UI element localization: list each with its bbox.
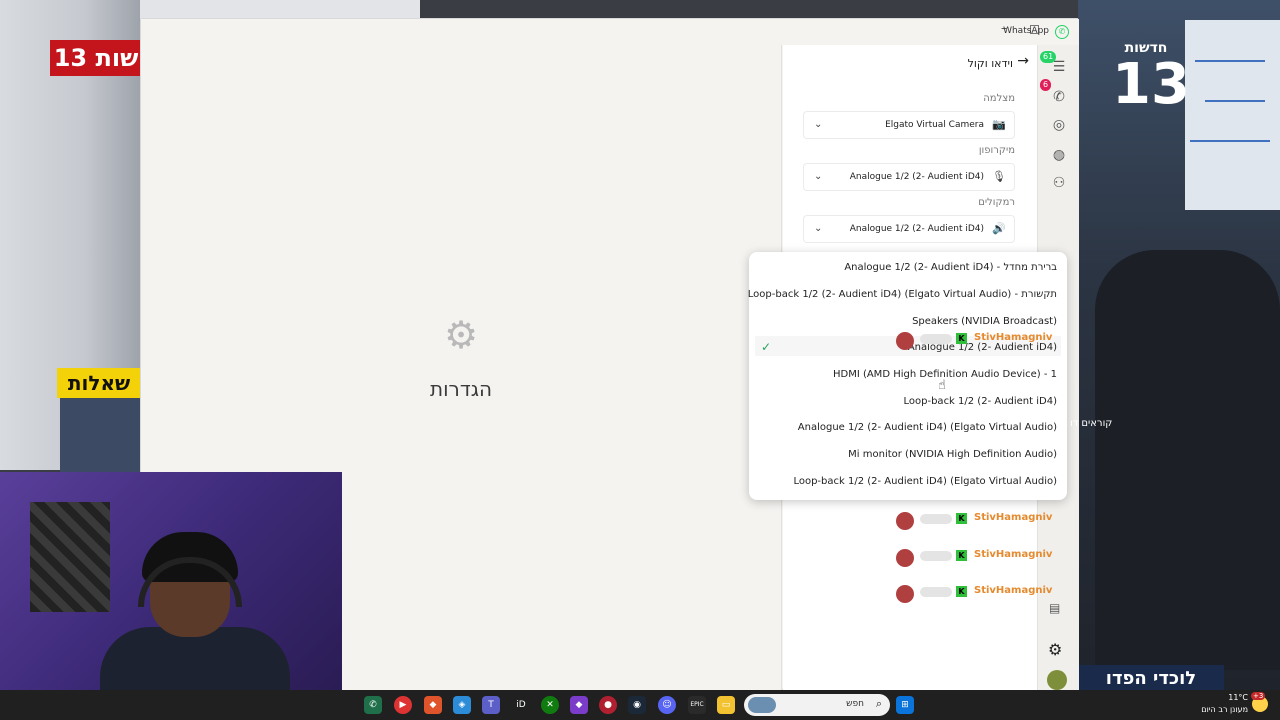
hand-cursor-icon: ☝	[938, 378, 946, 393]
media-player-icon[interactable]: ▶	[394, 696, 412, 714]
search-icon: ⌕	[875, 697, 882, 710]
status-icon[interactable]: ◎	[1049, 115, 1069, 135]
panel-header: וידאו וקול	[967, 57, 1013, 70]
chat-avatar	[896, 549, 914, 567]
chat-username: StivHamagniv	[974, 549, 1053, 560]
speakers-label: רמקולים	[978, 197, 1015, 208]
chats-badge: 61	[1040, 51, 1057, 63]
map-board	[1185, 20, 1280, 210]
camera-value: Elgato Virtual Camera	[885, 120, 984, 130]
chevron-down-icon: ⌄	[814, 223, 823, 234]
epic-games-icon[interactable]: EPIC	[688, 696, 706, 714]
chat-user-badge	[920, 551, 952, 561]
chat-overlay-row: K StivHamagniv	[896, 512, 1056, 532]
whatsapp-icon: ✆	[1055, 25, 1069, 39]
steam-icon[interactable]: ◉	[628, 696, 646, 714]
app-icon[interactable]: ◈	[453, 696, 471, 714]
taskbar: ✆ ▶ ◆ ◈ T iD ✕ ◆ ● ◉ ☺ EPIC ▭ חפש ⌕ ⊞ 11…	[0, 690, 1280, 720]
speaker-icon: 🔊	[992, 222, 1006, 235]
dropdown-option[interactable]: Speakers (NVIDIA Broadcast)	[912, 316, 1057, 327]
acoustic-foam	[30, 502, 110, 612]
page-title: הגדרות	[429, 377, 493, 401]
webcam-overlay	[0, 472, 342, 690]
chat-overlay-row: K StivHamagniv	[896, 332, 1056, 352]
archive-icon[interactable]: ▤	[1049, 601, 1060, 615]
kick-badge: K	[956, 513, 967, 524]
chat-avatar	[896, 512, 914, 530]
check-icon: ✓	[761, 340, 772, 354]
speakers-select[interactable]: ⌄ Analogue 1/2 (2- Audient iD4) 🔊	[803, 215, 1015, 243]
camera-label: מצלמה	[983, 93, 1015, 104]
mic-label: מיקרופון	[978, 145, 1015, 156]
chat-user-badge	[920, 334, 952, 344]
kick-badge: K	[956, 333, 967, 344]
profile-avatar[interactable]	[1047, 670, 1067, 690]
dropdown-option[interactable]: Loop-back 1/2 (2- Audient iD4) (Elgato V…	[748, 289, 1057, 300]
search-placeholder: חפש	[846, 699, 864, 709]
microphone-select[interactable]: ⌄ Analogue 1/2 (2- Audient iD4) 🎙	[803, 163, 1015, 191]
teams-icon[interactable]: T	[482, 696, 500, 714]
taskbar-search[interactable]: חפש ⌕	[744, 694, 890, 716]
kick-badge: K	[956, 586, 967, 597]
chevron-down-icon: ⌄	[814, 171, 823, 182]
chat-avatar	[896, 585, 914, 603]
title-bar: – WhatsApp ✆	[141, 19, 1079, 45]
dropdown-option[interactable]: Mi monitor (NVIDIA High Definition Audio…	[848, 449, 1057, 460]
chat-avatar	[896, 332, 914, 350]
speakers-value: Analogue 1/2 (2- Audient iD4)	[849, 224, 984, 234]
camera-select[interactable]: ⌄ Elgato Virtual Camera 📷	[803, 111, 1015, 139]
news13-number: 13	[1112, 52, 1190, 117]
chat-user-badge	[920, 514, 952, 524]
calls-icon[interactable]: ✆	[1049, 87, 1069, 107]
notification-badge: +3	[1251, 692, 1266, 700]
search-highlight-image	[748, 697, 776, 713]
app-icon[interactable]: ◆	[570, 696, 588, 714]
xbox-icon[interactable]: ✕	[541, 696, 559, 714]
discord-icon[interactable]: ☺	[658, 696, 676, 714]
chevron-down-icon: ⌄	[814, 119, 823, 130]
news-channel-logo: שות 13	[50, 40, 142, 76]
person-right	[1095, 250, 1280, 670]
file-explorer-icon[interactable]: ▭	[717, 696, 735, 714]
microphone-icon: 🎙	[992, 170, 1006, 183]
communities-icon[interactable]: ⚇	[1049, 173, 1069, 193]
gear-icon: ⚙	[443, 313, 479, 357]
microphone-value: Analogue 1/2 (2- Audient iD4)	[849, 172, 984, 182]
windows-start-icon[interactable]: ⊞	[896, 696, 914, 714]
dropdown-option[interactable]: Analogue 1/2 (2- Audient iD4) - ברירת מח…	[844, 262, 1057, 273]
settings-gear-icon[interactable]: ⚙	[1048, 640, 1062, 659]
channels-icon[interactable]: ◍	[1049, 145, 1069, 165]
brave-browser-icon[interactable]: ◆	[424, 696, 442, 714]
chat-overlay-row: K StivHamagniv	[896, 549, 1056, 569]
app-name: WhatsApp	[1003, 26, 1049, 36]
dropdown-option[interactable]: Loop-back 1/2 (2- Audient iD4) (Elgato V…	[793, 476, 1057, 487]
side-overlay-text: קוראים דו	[1070, 418, 1113, 429]
news13-logo: חדשות 13	[1112, 40, 1190, 120]
chat-username: StivHamagniv	[974, 585, 1053, 596]
chat-username: StivHamagniv	[974, 512, 1053, 523]
dropdown-option[interactable]: Loop-back 1/2 (2- Audient iD4)	[904, 396, 1058, 407]
dropdown-option[interactable]: Analogue 1/2 (2- Audient iD4) (Elgato Vi…	[798, 422, 1057, 433]
weather-temp: 11°C	[1228, 693, 1248, 702]
calls-badge: 6	[1040, 79, 1052, 91]
back-arrow-icon[interactable]: →	[1017, 53, 1029, 69]
chat-overlay-row: K StivHamagniv	[896, 585, 1056, 605]
whatsapp-taskbar-icon[interactable]: ✆	[364, 696, 382, 714]
person-suit	[60, 398, 140, 472]
app-icon[interactable]: ●	[599, 696, 617, 714]
chat-username: StivHamagniv	[974, 332, 1053, 343]
weather-desc: מעונן רב היום	[1201, 705, 1248, 714]
questions-banner: שאלות	[57, 368, 141, 398]
news-ticker: לוכדי הפדו	[1078, 665, 1224, 693]
id-app-icon[interactable]: iD	[512, 696, 530, 714]
kick-badge: K	[956, 550, 967, 561]
chat-user-badge	[920, 587, 952, 597]
camera-icon: 📷	[992, 118, 1006, 131]
weather-widget[interactable]: 11°C מעונן רב היום	[1200, 692, 1248, 716]
output-device-dropdown: ✓ Analogue 1/2 (2- Audient iD4) - ברירת …	[748, 252, 1067, 500]
